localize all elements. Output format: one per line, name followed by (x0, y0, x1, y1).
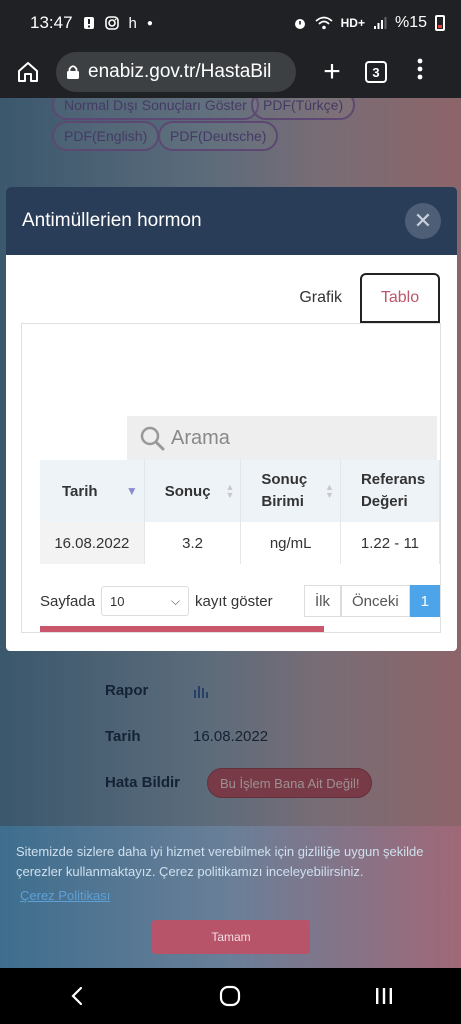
previous-page-button[interactable]: Önceki (340, 585, 410, 617)
cell-referans: 1.22 - 11 (340, 522, 440, 564)
page-size-suffix: kayıt göster (195, 592, 273, 610)
cookie-banner: Sitemizde sizlere daha iyi hizmet verebi… (0, 826, 461, 968)
app-h-icon: h (128, 14, 137, 32)
browser-menu-button[interactable] (398, 50, 442, 94)
cookie-policy-link[interactable]: Çerez Politikası (20, 888, 445, 903)
lock-icon (66, 64, 80, 80)
status-time: 13:47 (30, 13, 73, 32)
table-row: 16.08.2022 3.2 ng/mL 1.22 - 11 (40, 522, 440, 564)
url-text: enabiz.gov.tr/HastaBil (88, 61, 272, 82)
pagination: İlk Önceki 1 (303, 585, 440, 617)
sort-desc-icon: ▼ (125, 484, 138, 498)
tab-count: 3 (365, 61, 387, 83)
recents-icon (376, 988, 393, 1004)
recents-button[interactable] (354, 976, 414, 1016)
page-size-value: 10 (110, 593, 125, 609)
table-panel: Arama Tarih ▼ Sonuç ▲▼ Sonuç Birimi ▲▼ (21, 323, 441, 633)
system-navigation-bar (0, 968, 461, 1024)
home-nav-button[interactable] (200, 976, 260, 1016)
page-1-button[interactable]: 1 (409, 585, 440, 617)
battery-percent: %15 (394, 14, 427, 31)
browser-toolbar: enabiz.gov.tr/HastaBil + 3 (0, 46, 461, 98)
header-label: Sonuç Birimi (261, 471, 308, 510)
table-controls: Sayfada 10 ⌵ kayıt göster İlk Önceki 1 (40, 584, 440, 618)
modal-header: Antimüllerien hormon ✕ (6, 187, 457, 255)
sort-icon: ▲ ▼ (325, 482, 334, 500)
home-button[interactable] (10, 54, 46, 90)
page-size-prefix: Sayfada (40, 592, 96, 610)
page-size-select[interactable]: 10 ⌵ (101, 586, 190, 616)
chevron-down-icon: ⌵ (170, 593, 181, 608)
wifi-icon (315, 16, 333, 30)
home-icon (18, 62, 38, 82)
result-modal: Antimüllerien hormon ✕ Grafik Tablo Aram… (6, 187, 457, 651)
back-button[interactable] (47, 976, 107, 1016)
dot-icon: ● (146, 17, 153, 29)
search-input[interactable]: Arama (127, 416, 437, 460)
column-header-referans[interactable]: Referans Değeri (340, 460, 440, 522)
cookie-ok-button[interactable]: Tamam (152, 920, 310, 954)
header-label: Tarih (62, 482, 98, 500)
close-button[interactable]: ✕ (405, 203, 441, 239)
alarm-icon (293, 16, 307, 30)
status-bar: 13:47 h ● HD+ %15 (0, 0, 461, 46)
close-icon: ✕ (413, 208, 433, 233)
tab-switcher-button[interactable]: 3 (354, 50, 398, 94)
column-header-sonuc[interactable]: Sonuç ▲ ▼ (144, 460, 242, 522)
new-tab-button[interactable]: + (310, 50, 354, 94)
results-table: Tarih ▼ Sonuç ▲ ▼ Sonuç Birimi ▲ ▼ Referan… (40, 460, 440, 564)
cookie-text: Sitemizde sizlere daha iyi hizmet verebi… (16, 844, 424, 879)
modal-title: Antimüllerien hormon (22, 210, 202, 231)
back-icon (71, 986, 82, 1006)
battery-icon (435, 15, 445, 31)
cell-sonuc: 3.2 (144, 522, 242, 564)
cell-tarih: 16.08.2022 (40, 522, 145, 564)
search-icon (140, 426, 165, 451)
header-label: Sonuç (164, 482, 211, 500)
tab-tablo[interactable]: Tablo (360, 273, 440, 323)
hd-signal-icon: HD+ (340, 16, 365, 30)
first-page-button[interactable]: İlk (303, 585, 341, 617)
home-circle-icon (220, 985, 241, 1007)
view-tabs: Grafik Tablo (281, 273, 440, 323)
search-placeholder: Arama (171, 426, 230, 449)
column-header-tarih[interactable]: Tarih ▼ (40, 460, 145, 522)
header-label: Referans Değeri (360, 471, 426, 510)
cell-birim: ng/mL (240, 522, 341, 564)
tab-grafik[interactable]: Grafik (281, 273, 360, 323)
alert-icon (83, 16, 95, 30)
column-header-sonuc-birimi[interactable]: Sonuç Birimi ▲ ▼ (240, 460, 341, 522)
plus-icon: + (323, 55, 341, 88)
sort-icon: ▲ ▼ (225, 482, 235, 500)
cell-signal-icon (373, 16, 387, 30)
horizontal-scrollbar[interactable] (40, 626, 324, 632)
instagram-icon (104, 16, 119, 30)
address-bar[interactable]: enabiz.gov.tr/HastaBil (56, 52, 296, 92)
more-vertical-icon (417, 58, 423, 86)
